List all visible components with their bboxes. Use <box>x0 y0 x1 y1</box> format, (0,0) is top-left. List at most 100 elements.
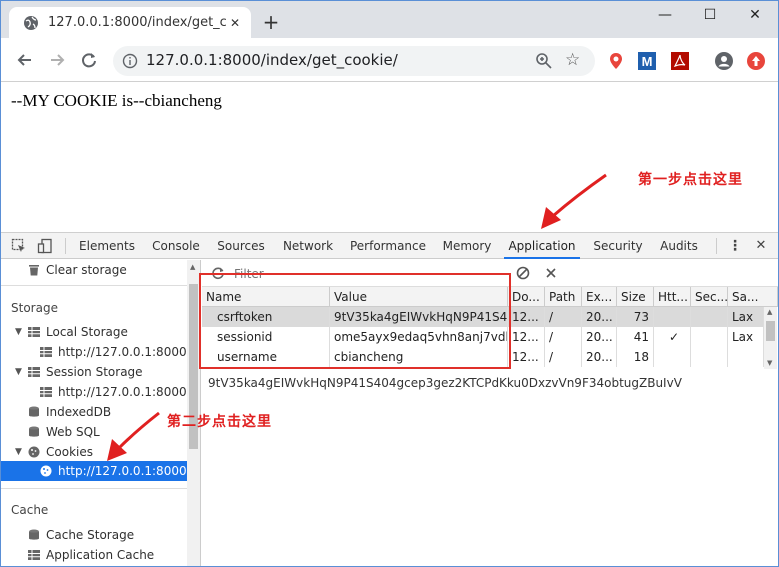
update-icon[interactable] <box>747 52 765 70</box>
cell-httponly <box>654 307 691 327</box>
tab-network[interactable]: Network <box>277 233 339 259</box>
sidebar-item-clear-storage[interactable]: Clear storage <box>1 260 187 280</box>
tab-sources[interactable]: Sources <box>212 233 270 259</box>
clear-all-icon[interactable] <box>516 266 530 280</box>
browser-tab[interactable]: 127.0.0.1:8000/index/get_cook ✕ <box>9 7 251 38</box>
database-icon <box>29 426 39 437</box>
sidebar-item-label: http://127.0.0.1:8000 <box>58 345 187 359</box>
maximize-icon[interactable]: ☐ <box>698 5 722 25</box>
database-icon <box>29 529 39 540</box>
sidebar-item-application-cache[interactable]: Application Cache <box>1 545 187 565</box>
scroll-down-icon[interactable]: ▼ <box>767 359 772 367</box>
database-icon <box>29 406 39 417</box>
info-icon[interactable] <box>122 53 138 69</box>
column-header-size[interactable]: Size <box>617 287 654 307</box>
reload-icon[interactable] <box>79 50 99 70</box>
sidebar-item-websql[interactable]: Web SQL <box>1 422 187 442</box>
sidebar-item-label: Clear storage <box>46 263 127 277</box>
cell-samesite: Lax <box>728 307 764 327</box>
cookie-icon <box>40 465 52 477</box>
cache-section-header: Cache <box>11 503 49 517</box>
grid-table-icon <box>28 327 40 337</box>
annotation-step1: 第一步点击这里 <box>638 172 743 188</box>
sidebar-item-label: Cache Storage <box>46 528 135 542</box>
sidebar-item-cookies-origin[interactable]: http://127.0.0.1:8000 <box>1 461 187 481</box>
scroll-up-icon[interactable]: ▲ <box>190 263 195 271</box>
scroll-up-icon[interactable]: ▲ <box>767 308 772 316</box>
tab-console[interactable]: Console <box>146 233 206 259</box>
zoom-icon[interactable] <box>535 52 553 70</box>
column-header-path[interactable]: Path <box>545 287 582 307</box>
tab-performance[interactable]: Performance <box>347 233 429 259</box>
cell-secure <box>691 327 728 347</box>
sidebar-item-label: http://127.0.0.1:8000 <box>58 464 187 478</box>
sidebar-item-label: Web SQL <box>46 425 100 439</box>
pdf-extension-icon[interactable] <box>671 52 689 70</box>
cell-secure <box>691 347 728 367</box>
cell-path: / <box>545 327 582 347</box>
sidebar-item-local-storage-origin[interactable]: http://127.0.0.1:8000 <box>1 342 187 362</box>
sidebar-item-local-storage[interactable]: ▼ Local Storage <box>1 322 187 342</box>
cell-size: 18 <box>617 347 654 367</box>
tab-audits[interactable]: Audits <box>654 233 704 259</box>
tab-close-icon[interactable]: ✕ <box>227 15 243 31</box>
forward-arrow-icon[interactable] <box>47 50 67 70</box>
sidebar-item-cookies[interactable]: ▼ Cookies <box>1 442 187 462</box>
m-extension-icon[interactable]: M <box>638 52 656 70</box>
sidebar-item-indexeddb[interactable]: IndexedDB <box>1 402 187 422</box>
annotation-step2: 第二步点击这里 <box>167 414 272 430</box>
account-avatar-icon[interactable] <box>715 52 733 70</box>
tab-memory[interactable]: Memory <box>437 233 497 259</box>
sidebar-divider <box>1 488 187 489</box>
new-tab-button[interactable]: + <box>261 12 281 33</box>
expand-triangle-icon[interactable]: ▼ <box>15 362 22 382</box>
address-bar[interactable]: 127.0.0.1:8000/index/get_cookie/ ☆ <box>113 46 595 76</box>
minimize-icon[interactable]: — <box>653 5 677 25</box>
sidebar-item-session-storage[interactable]: ▼ Session Storage <box>1 362 187 382</box>
tab-security[interactable]: Security <box>588 233 648 259</box>
cell-domain: 12... <box>508 327 545 347</box>
table-scrollbar[interactable]: ▲ ▼ <box>764 307 777 369</box>
column-header-samesite[interactable]: Sa... <box>728 287 778 307</box>
expand-triangle-icon[interactable]: ▼ <box>15 442 22 462</box>
storage-section-header: Storage <box>11 301 58 315</box>
sidebar-item-label: http://127.0.0.1:8000 <box>58 385 187 399</box>
grid-table-icon <box>40 387 52 397</box>
column-header-expires[interactable]: Ex... <box>582 287 617 307</box>
sidebar-item-label: Local Storage <box>46 325 128 339</box>
back-arrow-icon[interactable] <box>15 50 35 70</box>
cell-samesite <box>728 347 764 367</box>
cell-path: / <box>545 347 582 367</box>
browser-window: 127.0.0.1:8000/index/get_cook ✕ + — ☐ ✕ … <box>0 0 779 567</box>
inspect-element-icon[interactable] <box>11 238 27 254</box>
sidebar-item-session-storage-origin[interactable]: http://127.0.0.1:8000 <box>1 382 187 402</box>
tab-bar: 127.0.0.1:8000/index/get_cook ✕ + — ☐ ✕ <box>1 1 778 38</box>
expand-triangle-icon[interactable]: ▼ <box>15 322 22 342</box>
tab-elements[interactable]: Elements <box>75 233 139 259</box>
cell-httponly: ✓ <box>654 327 691 347</box>
close-devtools-icon[interactable]: ✕ <box>753 233 769 259</box>
cell-httponly <box>654 347 691 367</box>
grid-table-icon <box>28 367 40 377</box>
table-scrollbar-thumb[interactable] <box>766 321 775 341</box>
more-options-icon[interactable]: ⋮ <box>728 233 742 259</box>
delete-selected-icon[interactable] <box>544 266 558 280</box>
column-header-domain[interactable]: Do... <box>508 287 545 307</box>
tab-title: 127.0.0.1:8000/index/get_cook <box>48 15 227 30</box>
sidebar-divider <box>1 285 187 286</box>
sidebar-item-label: Cookies <box>46 445 93 459</box>
bookmark-star-icon[interactable]: ☆ <box>565 50 585 70</box>
column-header-secure[interactable]: Sec... <box>691 287 728 307</box>
device-toolbar-icon[interactable] <box>37 238 53 254</box>
location-pin-extension-icon[interactable] <box>607 52 625 70</box>
cookie-value-preview: 9tV35ka4gEIWvkHqN9P41S404gcep3gez2KTCPdK… <box>208 376 682 390</box>
grid-table-icon <box>28 550 40 560</box>
sidebar-item-cache-storage[interactable]: Cache Storage <box>1 525 187 545</box>
column-header-httponly[interactable]: Htt... <box>654 287 691 307</box>
close-window-icon[interactable]: ✕ <box>743 5 767 25</box>
devtools-tab-bar: Elements Console Sources Network Perform… <box>1 233 778 259</box>
cell-path: / <box>545 307 582 327</box>
cell-domain: 12... <box>508 347 545 367</box>
tab-application[interactable]: Application <box>504 233 580 259</box>
tab-separator <box>65 238 66 254</box>
